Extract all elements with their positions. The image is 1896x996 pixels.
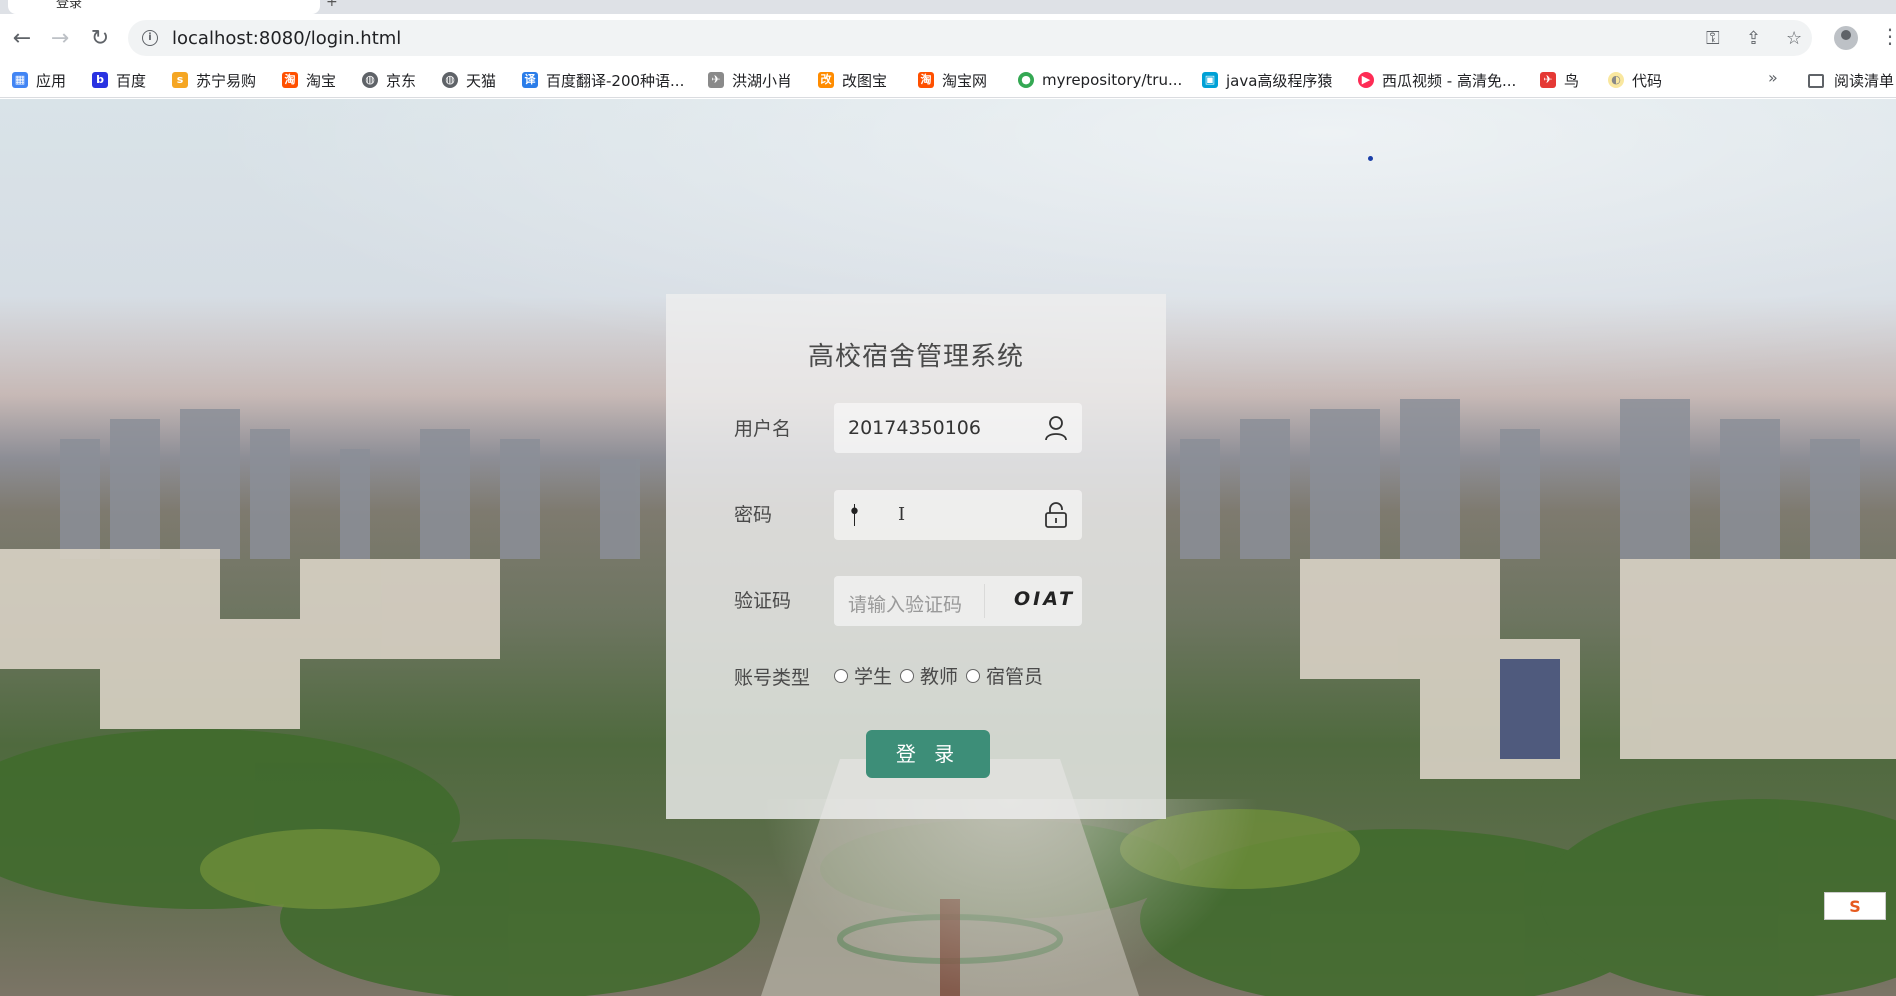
radio-student[interactable]: 学生	[834, 662, 892, 689]
bookmark-label: 应用	[36, 71, 67, 90]
bookmark-label: 淘宝网	[942, 71, 988, 90]
bookmark-baidu-translate[interactable]: 译 百度翻译-200种语...	[522, 70, 684, 90]
radio-label: 学生	[854, 666, 893, 688]
taobao-icon: 淘	[918, 72, 934, 88]
browser-toolbar: ← → ↻ i localhost:8080/login.html ⚿ ⇪ ☆ …	[0, 14, 1896, 62]
share-icon[interactable]: ⇪	[1746, 28, 1761, 49]
radio-circle[interactable]	[900, 668, 915, 683]
bookmark-taobao[interactable]: 淘 淘宝	[282, 70, 336, 90]
translate-icon: 译	[522, 72, 538, 88]
code-icon: ◐	[1608, 72, 1624, 88]
bookmarks-bar: ▦ 应用 b 百度 s 苏宁易购 淘 淘宝 ◍ 京东 ◍ 天猫 译 百度翻译-2…	[0, 62, 1896, 98]
account-type-radio-group: 学生 教师 宿管员	[834, 662, 1051, 689]
back-button[interactable]: ←	[8, 24, 36, 52]
password-label: 密码	[734, 504, 773, 526]
bookmark-code[interactable]: ◐ 代码	[1608, 70, 1662, 90]
page-viewport: 高校宿舍管理系统 用户名 20174350106 密码 • I 验证码 请输入验…	[0, 99, 1896, 996]
bookmark-gaitubao[interactable]: 改 改图宝	[818, 70, 887, 90]
ime-status-icon[interactable]: S	[1824, 892, 1886, 920]
mouse-ibeam-cursor: I	[898, 504, 906, 525]
captcha-placeholder: 请输入验证码	[848, 594, 963, 616]
bookmark-honghu[interactable]: ✈ 洪湖小肖	[708, 70, 792, 90]
bird-icon: ✈	[1540, 72, 1556, 88]
bookmark-label: 京东	[386, 71, 417, 90]
login-panel: 高校宿舍管理系统 用户名 20174350106 密码 • I 验证码 请输入验…	[666, 294, 1166, 819]
xigua-icon: ▶	[1358, 72, 1374, 88]
bookmark-niao[interactable]: ✈ 鸟	[1540, 70, 1579, 90]
site-info-icon[interactable]: i	[142, 30, 158, 46]
bookmark-label: myrepository/tru...	[1042, 71, 1183, 89]
taobao-icon: 淘	[282, 72, 298, 88]
bookmark-jd[interactable]: ◍ 京东	[362, 70, 416, 90]
radio-circle[interactable]	[834, 668, 848, 683]
bookmark-label: 百度翻译-200种语...	[546, 71, 685, 90]
globe-icon: ◍	[362, 72, 378, 88]
key-icon[interactable]: ⚿	[1706, 28, 1720, 49]
bookmark-label: 苏宁易购	[196, 71, 257, 90]
active-tab[interactable]: 登录	[8, 0, 320, 14]
radio-circle[interactable]	[966, 668, 981, 683]
captcha-divider	[984, 584, 985, 618]
bookmark-label: 代码	[1632, 71, 1663, 90]
apps-icon: ▦	[12, 72, 28, 88]
chrome-icon: ●	[1018, 72, 1034, 88]
radio-label: 宿管员	[986, 666, 1044, 688]
tab-title: 登录	[56, 0, 83, 11]
bookmark-label: 改图宝	[842, 71, 888, 90]
radio-label: 教师	[920, 666, 959, 688]
globe-icon: ◍	[442, 72, 458, 88]
bookmark-myrepository[interactable]: ● myrepository/tru...	[1018, 70, 1182, 90]
user-icon	[1045, 416, 1067, 441]
radio-dorm-manager[interactable]: 宿管员	[966, 662, 1043, 689]
login-button[interactable]: 登 录	[866, 730, 990, 778]
bookmarks-more-button[interactable]: »	[1768, 68, 1778, 87]
star-icon[interactable]: ☆	[1786, 28, 1802, 49]
bookmark-label: 淘宝	[306, 71, 337, 90]
bilibili-icon: ▣	[1202, 72, 1218, 88]
forward-button[interactable]: →	[46, 24, 74, 52]
bookmark-xigua[interactable]: ▶ 西瓜视频 - 高清免...	[1358, 70, 1516, 90]
tab-strip: 登录 +	[0, 0, 1896, 14]
bookmark-taobao-net[interactable]: 淘 淘宝网	[918, 70, 987, 90]
suning-icon: s	[172, 72, 188, 88]
captcha-input[interactable]: 请输入验证码 OIAT	[834, 576, 1082, 626]
gaitubao-icon: 改	[818, 72, 834, 88]
reload-button[interactable]: ↻	[86, 24, 114, 52]
radio-teacher[interactable]: 教师	[900, 662, 958, 689]
username-input[interactable]: 20174350106	[834, 403, 1082, 453]
bookmark-label: 西瓜视频 - 高清免...	[1382, 71, 1517, 90]
background-speck	[1368, 156, 1373, 161]
captcha-label: 验证码	[734, 590, 792, 612]
bookmark-label: 天猫	[466, 71, 497, 90]
background-plaza	[760, 799, 1260, 996]
lock-icon	[1045, 502, 1067, 528]
username-value: 20174350106	[848, 417, 981, 439]
reading-list-button[interactable]: 阅读清单	[1808, 70, 1894, 91]
bookmark-label: 百度	[116, 71, 147, 90]
new-tab-button[interactable]: +	[326, 0, 338, 10]
bookmark-baidu[interactable]: b 百度	[92, 70, 146, 90]
account-type-label: 账号类型	[734, 667, 811, 689]
bird-icon: ✈	[708, 72, 724, 88]
bookmark-label: 鸟	[1564, 71, 1580, 90]
bookmark-apps[interactable]: ▦ 应用	[12, 70, 66, 90]
bookmark-java[interactable]: ▣ java高级程序猿	[1202, 70, 1332, 90]
reading-list-icon	[1808, 73, 1824, 88]
password-input[interactable]: • I	[834, 490, 1082, 540]
captcha-image[interactable]: OIAT	[1014, 588, 1075, 610]
baidu-icon: b	[92, 72, 108, 88]
login-title: 高校宿舍管理系统	[807, 342, 1024, 372]
bookmark-suning[interactable]: s 苏宁易购	[172, 70, 256, 90]
address-bar[interactable]: i localhost:8080/login.html ⚿ ⇪ ☆	[128, 20, 1812, 56]
username-label: 用户名	[734, 418, 792, 440]
bookmark-tmall[interactable]: ◍ 天猫	[442, 70, 496, 90]
profile-icon[interactable]	[1834, 26, 1858, 50]
reading-list-label: 阅读清单	[1834, 72, 1895, 90]
url-text[interactable]: localhost:8080/login.html	[172, 28, 401, 49]
menu-icon[interactable]: ⋮	[1880, 24, 1896, 48]
text-caret	[854, 504, 855, 526]
bookmark-label: java高级程序猿	[1226, 71, 1333, 90]
bookmark-label: 洪湖小肖	[732, 71, 793, 90]
